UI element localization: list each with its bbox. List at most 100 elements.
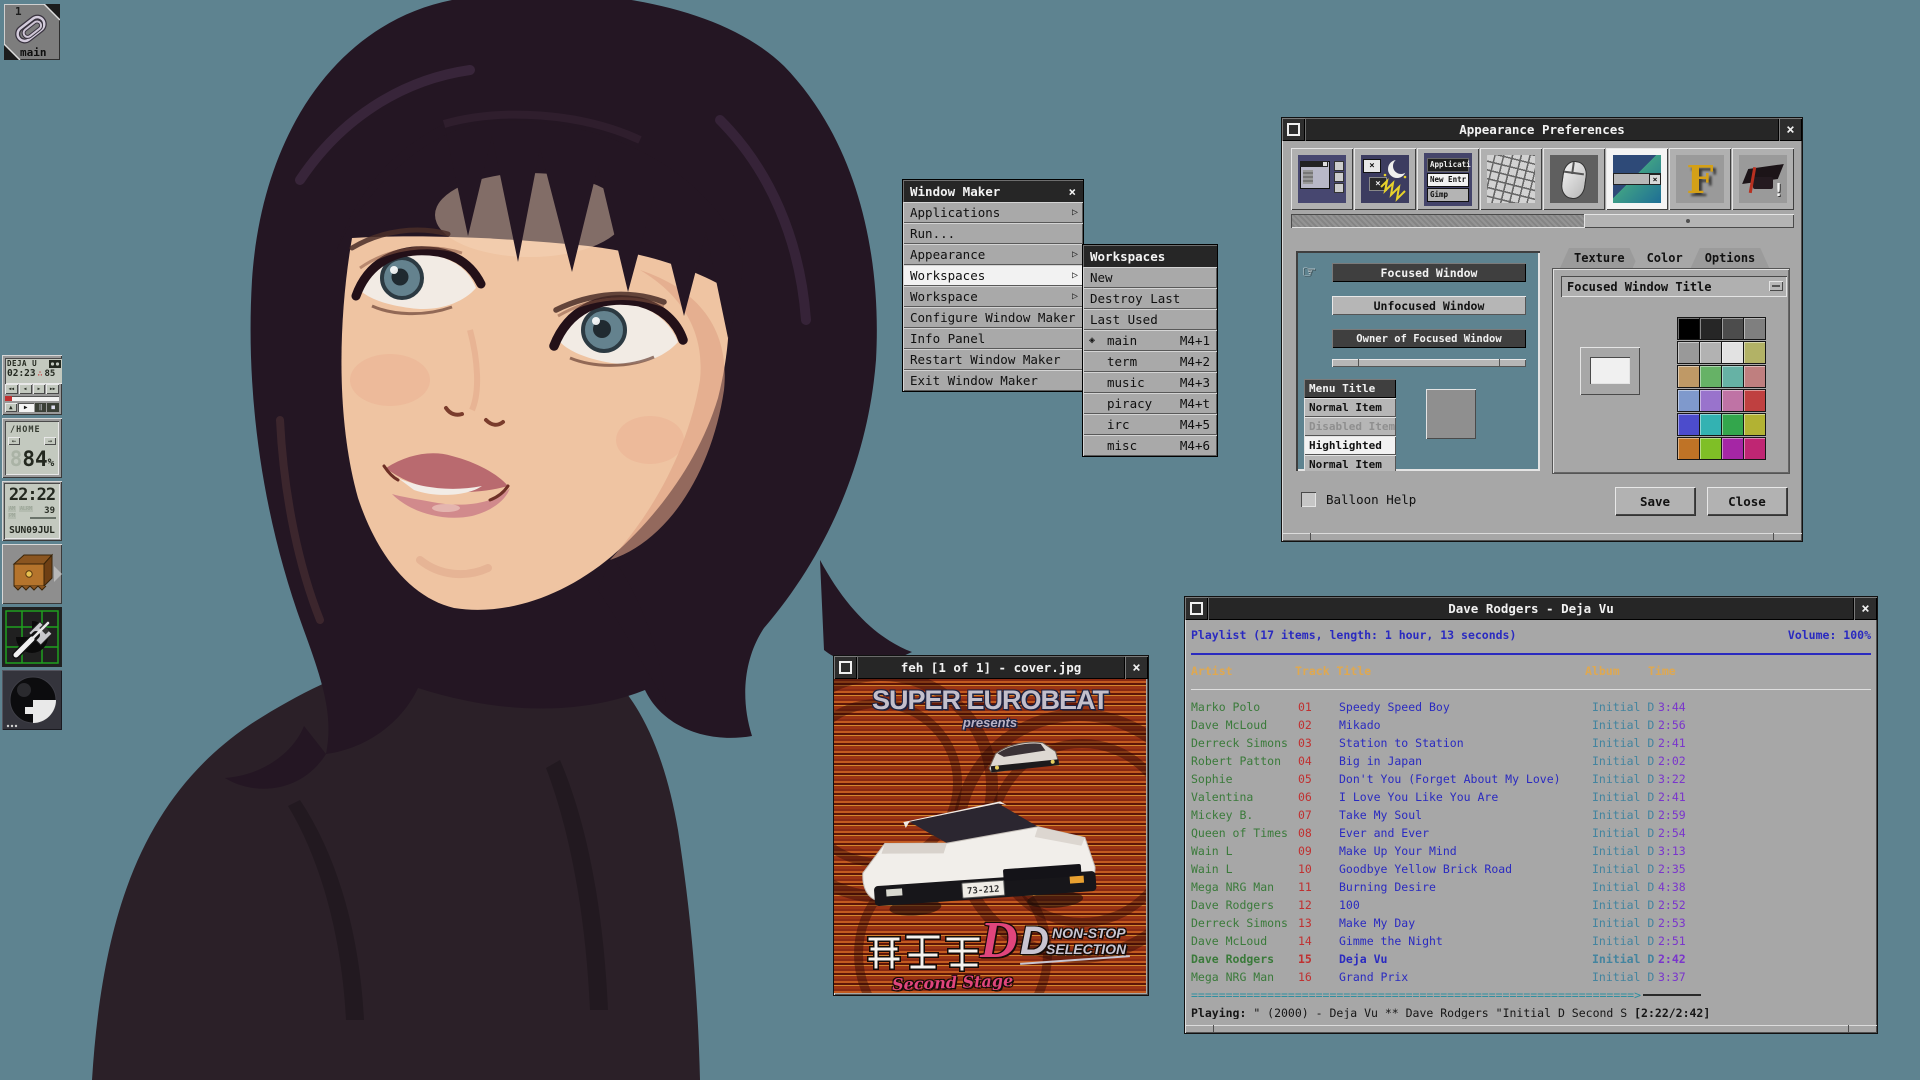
- palette-swatch[interactable]: [1699, 413, 1722, 436]
- track-row[interactable]: Mickey B.07Take My SoulInitial D2:59: [1191, 806, 1871, 824]
- toolbar-icon-window-focus[interactable]: × ×: [1354, 148, 1416, 210]
- workspaces-menu-titlebar[interactable]: Workspaces: [1083, 245, 1217, 267]
- palette-swatch[interactable]: [1699, 437, 1722, 460]
- preview-menu-highlighted[interactable]: Highlighted: [1304, 436, 1396, 455]
- transport-button[interactable]: ◀: [19, 384, 32, 394]
- tab-texture[interactable]: Texture: [1560, 248, 1639, 268]
- preview-menu-title[interactable]: Menu Title: [1304, 379, 1396, 398]
- palette-swatch[interactable]: [1699, 365, 1722, 388]
- toolbar-icon-expert[interactable]: !: [1732, 148, 1794, 210]
- preview-menu-normal[interactable]: Normal Item: [1304, 398, 1396, 417]
- pause-button[interactable]: ‖: [35, 403, 47, 412]
- track-row[interactable]: Dave Rodgers15Deja VuInitial D2:42: [1191, 950, 1871, 968]
- eject-button[interactable]: ▲: [5, 403, 17, 412]
- workspaces-menu-item[interactable]: ◈mainM4+1: [1083, 330, 1217, 351]
- palette-swatch[interactable]: [1677, 389, 1700, 412]
- preview-menu-disabled[interactable]: Disabled Item: [1304, 417, 1396, 436]
- root-menu-item[interactable]: Exit Window Maker: [903, 370, 1083, 391]
- palette-swatch[interactable]: [1743, 365, 1766, 388]
- tab-options[interactable]: Options: [1691, 248, 1770, 268]
- root-menu-item[interactable]: Configure Window Maker: [903, 307, 1083, 328]
- disk-prev-button[interactable]: ←: [8, 437, 20, 445]
- root-menu-item[interactable]: Workspaces▷: [903, 265, 1083, 286]
- preview-focused-titlebar[interactable]: Focused Window: [1332, 263, 1526, 282]
- palette-swatch[interactable]: [1699, 389, 1722, 412]
- root-menu-item[interactable]: Restart Window Maker: [903, 349, 1083, 370]
- dockapp-music-player[interactable]: DEJA U 02:23 ∴ 85 ◀◀◀▶▶▶ ▲ ▶ ‖ ■: [2, 355, 62, 415]
- preview-menu-sample[interactable]: Menu TitleNormal ItemDisabled ItemHighli…: [1304, 379, 1396, 471]
- toolbar-icon-mouse[interactable]: [1543, 148, 1605, 210]
- palette-swatch[interactable]: [1677, 365, 1700, 388]
- feh-miniaturize-button[interactable]: [834, 656, 857, 679]
- palette-swatch[interactable]: [1743, 389, 1766, 412]
- workspaces-menu-item[interactable]: musicM4+3: [1083, 372, 1217, 393]
- feh-titlebar[interactable]: feh [1 of 1] - cover.jpg ×: [834, 656, 1148, 679]
- player-titlebar[interactable]: Dave Rodgers - Deja Vu ×: [1185, 597, 1877, 620]
- player-progress[interactable]: [5, 396, 59, 401]
- track-row[interactable]: Mega NRG Man11Burning DesireInitial D4:3…: [1191, 878, 1871, 896]
- palette-swatch[interactable]: [1721, 317, 1744, 340]
- toolbar-icon-keyboard[interactable]: [1480, 148, 1542, 210]
- preview-unfocused-titlebar[interactable]: Unfocused Window: [1332, 296, 1526, 315]
- track-row[interactable]: Dave McLoud14Gimme the NightInitial D2:5…: [1191, 932, 1871, 950]
- dockapp-config-tool[interactable]: [2, 607, 62, 667]
- preview-menu-normal[interactable]: Normal Item: [1304, 455, 1396, 471]
- preview-owner-titlebar[interactable]: Owner of Focused Window: [1332, 329, 1526, 348]
- toolbar-icon-window-ops[interactable]: [1291, 148, 1353, 210]
- palette-swatch[interactable]: [1721, 341, 1744, 364]
- track-row[interactable]: Derreck Simons13Make My DayInitial D2:53: [1191, 914, 1871, 932]
- track-row[interactable]: Mega NRG Man16Grand PrixInitial D3:37: [1191, 968, 1871, 986]
- progress-line[interactable]: ========================================…: [1191, 986, 1871, 1004]
- track-row[interactable]: Robert Patton04Big in JapanInitial D2:02: [1191, 752, 1871, 770]
- track-row[interactable]: Wain L09Make Up Your MindInitial D3:13: [1191, 842, 1871, 860]
- track-row[interactable]: Dave Rodgers12100Initial D2:52: [1191, 896, 1871, 914]
- workspace-clip[interactable]: 1 main: [4, 4, 60, 60]
- dockapp-disk-monitor[interactable]: /HOME ← → 884%: [2, 418, 62, 478]
- preview-icon-square[interactable]: [1426, 389, 1476, 439]
- track-row[interactable]: Sophie05Don't You (Forget About My Love)…: [1191, 770, 1871, 788]
- root-menu-item[interactable]: Info Panel: [903, 328, 1083, 349]
- toolbar-scrollbar-thumb[interactable]: [1584, 214, 1794, 228]
- toolbar-scrollbar[interactable]: [1291, 214, 1794, 228]
- root-menu-item[interactable]: Workspace▷: [903, 286, 1083, 307]
- track-row[interactable]: Dave McLoud02MikadoInitial D2:56: [1191, 716, 1871, 734]
- palette-swatch[interactable]: [1743, 413, 1766, 436]
- palette-swatch[interactable]: [1677, 317, 1700, 340]
- transport-button[interactable]: ◀◀: [5, 384, 18, 394]
- play-button[interactable]: ▶: [18, 403, 34, 412]
- close-button[interactable]: ×: [1779, 118, 1802, 141]
- workspaces-menu-item[interactable]: ircM4+5: [1083, 414, 1217, 435]
- palette-swatch[interactable]: [1743, 341, 1766, 364]
- track-row[interactable]: Queen of Times08Ever and EverInitial D2:…: [1191, 824, 1871, 842]
- palette-swatch[interactable]: [1721, 437, 1744, 460]
- track-row[interactable]: Marko Polo01Speedy Speed BoyInitial D3:4…: [1191, 698, 1871, 716]
- track-row[interactable]: Derreck Simons03Station to StationInitia…: [1191, 734, 1871, 752]
- workspaces-menu-item[interactable]: termM4+2: [1083, 351, 1217, 372]
- transport-button[interactable]: ▶▶: [46, 384, 59, 394]
- root-menu-item[interactable]: Appearance▷: [903, 244, 1083, 265]
- dockapp-sphere[interactable]: [2, 670, 62, 730]
- palette-swatch[interactable]: [1721, 413, 1744, 436]
- tab-color[interactable]: Color: [1633, 248, 1697, 268]
- toolbar-icon-font[interactable]: F: [1669, 148, 1731, 210]
- preview-resizebar[interactable]: [1332, 359, 1526, 367]
- palette-swatch[interactable]: [1699, 317, 1722, 340]
- palette-swatch[interactable]: [1721, 365, 1744, 388]
- workspaces-menu-item[interactable]: New: [1083, 267, 1217, 288]
- palette-swatch[interactable]: [1743, 317, 1766, 340]
- workspaces-menu-item[interactable]: Destroy Last: [1083, 288, 1217, 309]
- color-target-dropdown[interactable]: Focused Window Title: [1561, 276, 1787, 297]
- track-row[interactable]: Wain L10Goodbye Yellow Brick RoadInitial…: [1191, 860, 1871, 878]
- player-close-button[interactable]: ×: [1854, 597, 1877, 620]
- dropdown-handle-icon[interactable]: [1769, 281, 1783, 291]
- workspaces-menu-item[interactable]: miscM4+6: [1083, 435, 1217, 456]
- track-row[interactable]: Valentina06I Love You Like You AreInitia…: [1191, 788, 1871, 806]
- balloon-help-checkbox[interactable]: [1301, 492, 1316, 507]
- transport-button[interactable]: ▶: [33, 384, 46, 394]
- palette-swatch[interactable]: [1743, 437, 1766, 460]
- palette-swatch[interactable]: [1721, 389, 1744, 412]
- close-button-prefs[interactable]: Close: [1707, 487, 1787, 515]
- workspaces-menu-item[interactable]: Last Used: [1083, 309, 1217, 330]
- palette-swatch[interactable]: [1677, 341, 1700, 364]
- feh-close-button[interactable]: ×: [1125, 656, 1148, 679]
